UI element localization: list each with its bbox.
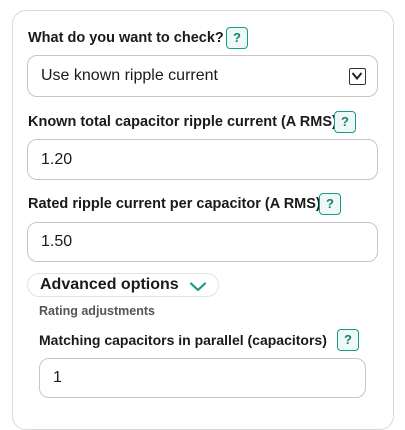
known-ripple-input[interactable]: 1.20 bbox=[27, 139, 378, 180]
parallel-capacitors-value: 1 bbox=[53, 369, 62, 386]
known-ripple-label: Known total capacitor ripple current (A … bbox=[28, 114, 337, 130]
check-mode-label: What do you want to check? bbox=[28, 30, 224, 46]
parallel-capacitors-help-button[interactable]: ? bbox=[337, 329, 359, 351]
parallel-capacitors-label: Matching capacitors in parallel (capacit… bbox=[39, 332, 327, 348]
rated-ripple-help-button[interactable]: ? bbox=[319, 193, 341, 215]
rated-ripple-input[interactable]: 1.50 bbox=[27, 222, 378, 262]
advanced-options-toggle[interactable]: Advanced options bbox=[27, 273, 219, 297]
parallel-capacitors-input[interactable]: 1 bbox=[39, 358, 366, 398]
rated-ripple-label: Rated ripple current per capacitor (A RM… bbox=[28, 196, 321, 212]
rating-adjustments-heading: Rating adjustments bbox=[39, 304, 155, 318]
known-ripple-value: 1.20 bbox=[41, 150, 73, 168]
advanced-options-label: Advanced options bbox=[40, 276, 179, 293]
check-mode-help-button[interactable]: ? bbox=[226, 27, 248, 49]
known-ripple-help-button[interactable]: ? bbox=[334, 111, 356, 133]
check-mode-selected-value: Use known ripple current bbox=[41, 67, 218, 84]
rated-ripple-value: 1.50 bbox=[41, 233, 73, 250]
chevron-down-icon bbox=[189, 280, 207, 298]
check-mode-select[interactable]: Use known ripple current bbox=[27, 55, 378, 97]
dropdown-arrow-icon bbox=[349, 68, 366, 85]
